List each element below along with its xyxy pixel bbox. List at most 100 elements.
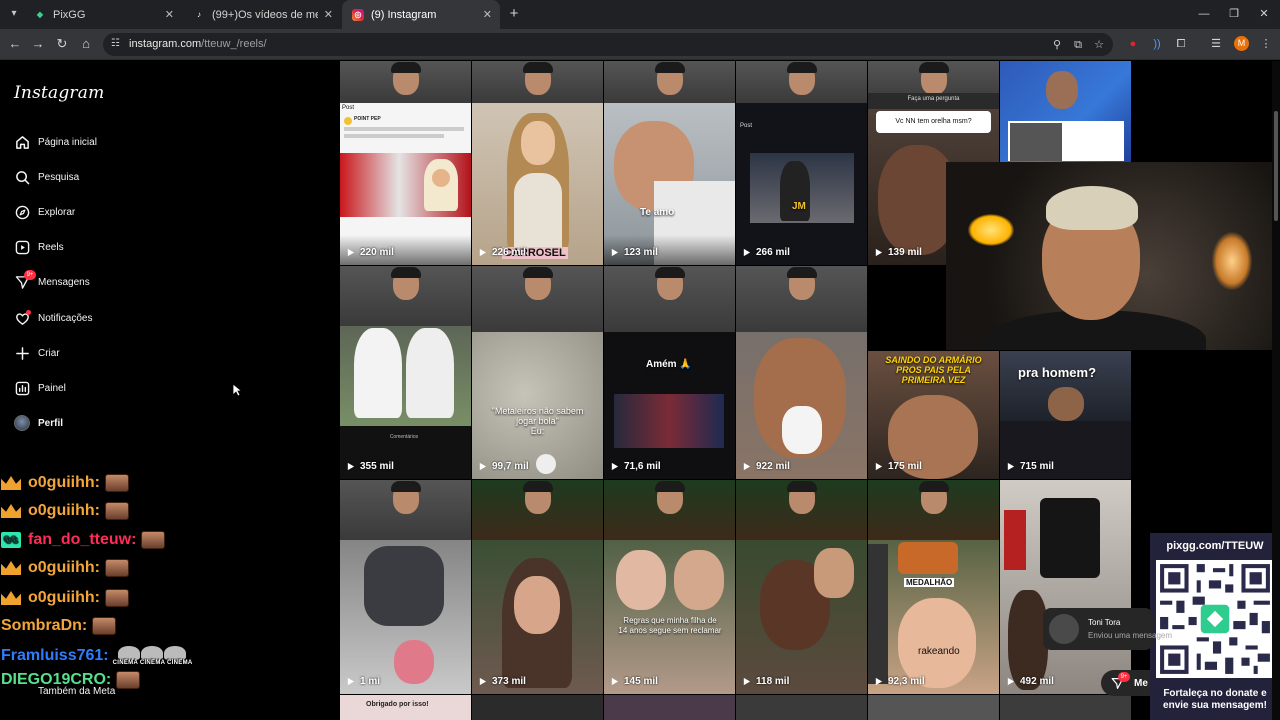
reel-tile[interactable] xyxy=(472,695,603,720)
emote-icon xyxy=(116,671,141,689)
extension-audio-icon[interactable]: )) xyxy=(1149,36,1165,52)
home-browser-icon[interactable]: ⌂ xyxy=(77,35,95,53)
emote-icon xyxy=(104,474,129,492)
reload-icon[interactable]: ↻ xyxy=(53,35,71,53)
extension-record-icon[interactable]: ● xyxy=(1125,36,1141,52)
nav-label: Pesquisa xyxy=(38,171,80,183)
close-window-button[interactable]: ✕ xyxy=(1248,0,1280,29)
messages-float-button[interactable]: 9+ Me xyxy=(1101,670,1150,696)
reel-caption: rakeando xyxy=(918,646,960,657)
nav-messages[interactable]: 9+ Mensagens xyxy=(14,270,90,294)
reel-tile[interactable] xyxy=(868,695,999,720)
reel-tile[interactable]: 1 mi xyxy=(340,480,471,694)
kebab-menu-icon[interactable]: ⋮ xyxy=(1258,36,1274,52)
reel-tile[interactable]: Regras que minha filha de 14 anos segue … xyxy=(604,480,735,694)
view-count-text: 118 mil xyxy=(756,676,790,687)
nav-home[interactable]: Página inicial xyxy=(14,130,97,154)
view-count-text: 220 mil xyxy=(360,247,394,258)
comments-header: Comentários xyxy=(389,434,419,440)
message-notification[interactable]: Toni Tora Enviou uma mensagem xyxy=(1043,608,1172,650)
reel-caption: "Metaleiros não sabem jogar bola" Eu: xyxy=(491,406,584,436)
view-count: 226 mil xyxy=(478,247,526,258)
url-text[interactable]: instagram.com/tteuw_/reels/ xyxy=(129,38,267,50)
nav-label: Explorar xyxy=(38,206,76,218)
nav-notifications[interactable]: Notificações xyxy=(14,306,92,330)
reel-tile[interactable]: Post POINT PEP 220 mil xyxy=(340,61,471,265)
url-host: instagram.com xyxy=(129,38,202,50)
close-icon[interactable]: ✕ xyxy=(324,8,333,21)
also-from-meta-link[interactable]: Também da Meta xyxy=(38,686,115,697)
nav-search[interactable]: Pesquisa xyxy=(14,165,79,189)
play-count-icon xyxy=(347,248,355,257)
install-app-icon[interactable]: ⧉ xyxy=(1071,38,1085,52)
tab-instagram[interactable]: ◎ (9) Instagram ✕ xyxy=(342,0,500,29)
chat-line: GG fan_do_tteuw: xyxy=(1,529,166,551)
reel-tile[interactable]: SAINDO DO ARMÁRIO PROS PAIS PELA PRIMEIR… xyxy=(868,351,999,479)
zoom-icon[interactable]: ⚲ xyxy=(1050,38,1064,52)
notification-dot xyxy=(26,310,31,315)
reel-tile[interactable]: MEDALHÃO rakeando 92,3 mil xyxy=(868,480,999,694)
nav-label: Criar xyxy=(38,347,60,359)
close-icon[interactable]: ✕ xyxy=(483,8,492,21)
messages-count-badge: 9+ xyxy=(1118,672,1130,682)
chat-user: SombraDn: xyxy=(1,617,88,634)
back-icon[interactable]: ← xyxy=(6,35,24,53)
reel-tile[interactable]: 118 mil xyxy=(736,480,867,694)
nav-profile[interactable]: Perfil xyxy=(14,411,63,435)
reel-tile[interactable]: Comentários 355 mil xyxy=(340,266,471,479)
view-count: 373 mil xyxy=(478,676,526,687)
view-count: 118 mil xyxy=(742,676,789,687)
forward-icon[interactable]: → xyxy=(29,35,47,53)
reel-tile[interactable] xyxy=(604,695,735,720)
reel-tile[interactable]: Post JM 266 mil xyxy=(736,61,867,265)
nav-label: Página inicial xyxy=(38,136,97,148)
question-box: Vc NN tem orelha msm? xyxy=(876,111,991,133)
reel-tile[interactable] xyxy=(1000,61,1131,162)
reel-tile[interactable]: 373 mil xyxy=(472,480,603,694)
view-count-text: 71,6 mil xyxy=(624,461,661,472)
reel-tile[interactable]: 492 mil xyxy=(1000,480,1131,694)
nav-explore[interactable]: Explorar xyxy=(14,200,75,224)
play-count-icon xyxy=(875,677,883,686)
chat-user: o0guiihh: xyxy=(28,559,100,576)
tab-search-button[interactable]: ▾ xyxy=(5,5,23,23)
scrollbar-thumb[interactable] xyxy=(1274,111,1278,221)
nav-create[interactable]: Criar xyxy=(14,341,60,365)
extensions-puzzle-icon[interactable]: ⧠ xyxy=(1173,36,1189,52)
maximize-button[interactable]: ❐ xyxy=(1218,0,1250,29)
reel-tile[interactable]: Te amo 123 mil xyxy=(604,61,735,265)
play-count-icon xyxy=(347,677,355,686)
reel-label: MEDALHÃO xyxy=(904,578,955,587)
minimize-button[interactable]: — xyxy=(1188,0,1220,29)
view-count: 139 mil xyxy=(874,247,922,258)
post-label: Post xyxy=(740,123,753,129)
reel-tile[interactable]: CARROSEL 226 mil xyxy=(472,61,603,265)
tab-pixgg[interactable]: ◆ PixGG ✕ xyxy=(24,0,182,29)
view-count: 145 mil xyxy=(610,676,658,687)
reading-list-icon[interactable]: ☰ xyxy=(1208,36,1224,52)
new-tab-button[interactable]: + xyxy=(505,5,523,23)
reel-tile[interactable] xyxy=(1000,695,1131,720)
reel-tile[interactable]: "Metaleiros não sabem jogar bola" Eu: 99… xyxy=(472,266,603,479)
chat-line: SombraDn: xyxy=(1,615,117,637)
instagram-logo[interactable]: Instagram xyxy=(14,83,104,103)
nav-dashboard[interactable]: Painel xyxy=(14,376,66,400)
view-count-text: 92,3 mil xyxy=(888,676,925,687)
dashboard-icon xyxy=(14,380,30,396)
tab-tiktok[interactable]: ♪ (99+)Os vídeos de memezada | TikTok ✕ xyxy=(183,0,341,29)
bookmark-star-icon[interactable]: ☆ xyxy=(1092,38,1106,52)
reel-tile[interactable]: pra homem? 715 mil xyxy=(1000,351,1131,479)
play-count-icon xyxy=(875,462,883,471)
site-info-icon[interactable]: ☷ xyxy=(111,38,123,50)
plus-icon xyxy=(14,345,30,361)
close-icon[interactable]: ✕ xyxy=(165,8,174,21)
address-bar[interactable]: ☷ instagram.com/tteuw_/reels/ ⚲ ⧉ ☆ xyxy=(103,33,1113,56)
browser-profile-avatar[interactable]: M xyxy=(1234,36,1249,51)
view-count: 922 mil xyxy=(742,461,790,472)
reel-tile[interactable]: 922 mil xyxy=(736,266,867,479)
nav-reels[interactable]: Reels xyxy=(14,235,64,259)
page-scrollbar[interactable] xyxy=(1272,61,1280,720)
reel-tile[interactable] xyxy=(736,695,867,720)
reel-tile[interactable]: Amém 🙏 71,6 mil xyxy=(604,266,735,479)
reel-tile[interactable]: Obrigado por isso! xyxy=(340,695,471,720)
